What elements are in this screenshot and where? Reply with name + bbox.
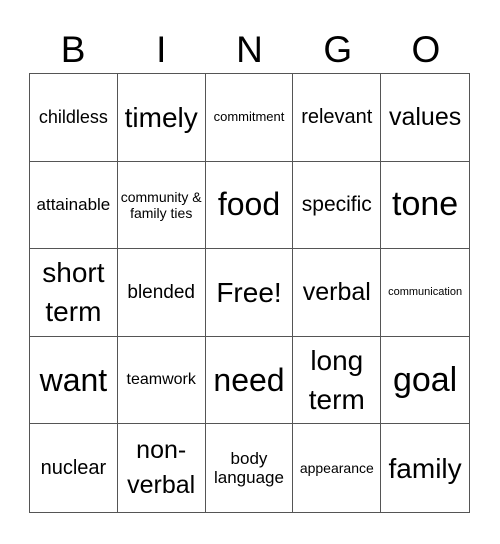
bingo-cell[interactable]: goal: [381, 337, 469, 425]
bingo-cell[interactable]: relevant: [293, 74, 382, 162]
bingo-grid: childless timely commitment relevant val…: [29, 73, 470, 513]
bingo-cell[interactable]: food: [205, 161, 294, 250]
header-letter-g: G: [323, 29, 353, 70]
bingo-cell[interactable]: short term: [30, 249, 118, 337]
bingo-cell[interactable]: need: [205, 336, 294, 425]
bingo-cell[interactable]: nuclear: [30, 424, 118, 512]
header-letter-b: B: [60, 29, 86, 70]
free-space-cell[interactable]: Free!: [205, 249, 294, 337]
bingo-cell[interactable]: body language: [206, 424, 294, 512]
header-letter-n: N: [236, 29, 263, 70]
bingo-cell[interactable]: communication: [381, 249, 469, 337]
bingo-cell[interactable]: commitment: [205, 74, 294, 162]
header-letter-o: O: [411, 29, 441, 70]
bingo-cell[interactable]: attainable: [30, 161, 118, 250]
bingo-cell[interactable]: tone: [381, 162, 469, 250]
bingo-cell[interactable]: specific: [293, 161, 382, 250]
bingo-cell[interactable]: blended: [117, 249, 206, 337]
bingo-cell[interactable]: family: [381, 424, 469, 512]
bingo-cell[interactable]: community & family ties: [117, 161, 206, 250]
bingo-cell[interactable]: values: [381, 74, 469, 162]
bingo-cell[interactable]: verbal: [293, 249, 382, 337]
bingo-cell[interactable]: teamwork: [117, 336, 206, 425]
bingo-cell[interactable]: non-verbal: [118, 424, 206, 512]
bingo-cell[interactable]: want: [30, 336, 118, 425]
bingo-header: B I N G O: [29, 28, 470, 72]
header-letter-i: I: [156, 29, 167, 70]
bingo-cell[interactable]: appearance: [293, 424, 382, 512]
bingo-cell[interactable]: childless: [30, 74, 118, 162]
bingo-cell[interactable]: timely: [117, 74, 206, 162]
bingo-cell[interactable]: long term: [293, 336, 382, 425]
